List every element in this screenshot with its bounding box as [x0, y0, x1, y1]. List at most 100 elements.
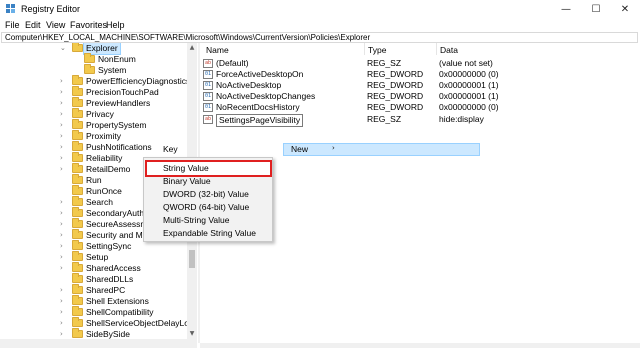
- string-value-icon: ab: [203, 115, 213, 124]
- column-divider[interactable]: [364, 43, 365, 55]
- folder-icon: [72, 218, 83, 228]
- chevron-right-icon[interactable]: ›: [60, 286, 63, 294]
- value-type: REG_DWORD: [367, 80, 424, 90]
- folder-icon: [84, 64, 95, 74]
- tree-item-label: RetailDemo: [86, 164, 131, 174]
- minimize-button[interactable]: —: [551, 0, 581, 19]
- folder-icon: [72, 229, 83, 239]
- address-path: Computer\HKEY_LOCAL_MACHINE\SOFTWARE\Mic…: [5, 33, 371, 42]
- value-name: NoActiveDesktop: [216, 80, 282, 90]
- chevron-right-icon[interactable]: ›: [60, 143, 63, 151]
- column-header-data[interactable]: Data: [440, 45, 458, 55]
- table-row[interactable]: 01 NoActiveDesktop REG_DWORD 0x00000001 …: [201, 80, 639, 91]
- folder-icon: [72, 86, 83, 96]
- tree-item-label: Run: [86, 175, 102, 185]
- dword-value-icon: 01: [203, 81, 213, 90]
- collapse-icon[interactable]: ⌄: [60, 44, 66, 52]
- table-row[interactable]: ab (Default) REG_SZ (value not set): [201, 58, 639, 69]
- chevron-right-icon[interactable]: ›: [60, 264, 63, 272]
- chevron-right-icon[interactable]: ›: [60, 110, 63, 118]
- menu-help[interactable]: Help: [106, 20, 125, 30]
- chevron-right-icon[interactable]: ›: [60, 220, 63, 228]
- value-type: REG_DWORD: [367, 91, 424, 101]
- folder-icon: [72, 196, 83, 206]
- menu-item-key[interactable]: Key: [163, 144, 178, 154]
- menu-item-expandable-string-value[interactable]: Expandable String Value: [163, 228, 256, 239]
- dword-value-icon: 01: [203, 92, 213, 101]
- menu-edit[interactable]: Edit: [25, 20, 41, 30]
- chevron-right-icon[interactable]: ›: [60, 77, 63, 85]
- string-value-icon: ab: [203, 59, 213, 68]
- tree-item-label: PowerEfficiencyDiagnostics: [86, 76, 191, 86]
- status-bar: [200, 343, 640, 348]
- chevron-right-icon: ›: [332, 144, 335, 152]
- chevron-right-icon[interactable]: ›: [60, 242, 63, 250]
- chevron-right-icon[interactable]: ›: [60, 330, 63, 338]
- close-button[interactable]: ✕: [610, 0, 640, 19]
- folder-icon: [72, 174, 83, 184]
- value-data: 0x00000001 (1): [439, 80, 499, 90]
- maximize-button[interactable]: ☐: [581, 0, 611, 19]
- table-row[interactable]: 01 NoRecentDocsHistory REG_DWORD 0x00000…: [201, 102, 639, 113]
- folder-icon: [72, 240, 83, 250]
- menu-item-new-label: New: [291, 144, 309, 154]
- table-row[interactable]: 01 ForceActiveDesktopOn REG_DWORD 0x0000…: [201, 69, 639, 80]
- address-bar[interactable]: Computer\HKEY_LOCAL_MACHINE\SOFTWARE\Mic…: [1, 32, 638, 43]
- folder-icon: [72, 108, 83, 118]
- menu-item-binary-value[interactable]: Binary Value: [163, 176, 211, 187]
- context-menu: Key New ›: [143, 143, 480, 157]
- tree-horizontal-scrollbar[interactable]: [0, 339, 197, 348]
- tree-item-label: SharedPC: [86, 285, 126, 295]
- folder-icon: [72, 306, 83, 316]
- column-header-name[interactable]: Name: [206, 45, 229, 55]
- chevron-right-icon[interactable]: ›: [60, 253, 63, 261]
- menu-bar: File Edit View Favorites Help: [0, 19, 640, 32]
- scroll-thumb[interactable]: [189, 250, 195, 268]
- menu-item-multi-string-value[interactable]: Multi-String Value: [163, 215, 229, 226]
- tree-item-label: SharedAccess: [86, 263, 141, 273]
- folder-icon: [84, 53, 95, 63]
- scroll-down-icon[interactable]: ▼: [187, 329, 197, 339]
- tree-item-label: PrecisionTouchPad: [86, 87, 159, 97]
- menu-file[interactable]: File: [5, 20, 20, 30]
- value-data: 0x00000000 (0): [439, 102, 499, 112]
- value-data: hide:display: [439, 114, 484, 124]
- chevron-right-icon[interactable]: ›: [60, 308, 63, 316]
- tree-item-label: SettingSync: [86, 241, 132, 251]
- chevron-right-icon[interactable]: ›: [60, 198, 63, 206]
- menu-item-new[interactable]: [283, 143, 480, 156]
- folder-icon: [72, 207, 83, 217]
- tree-item-label: Reliability: [86, 153, 123, 163]
- column-header-type[interactable]: Type: [368, 45, 386, 55]
- value-name-edit[interactable]: SettingsPageVisibility: [216, 114, 304, 127]
- chevron-right-icon[interactable]: ›: [60, 209, 63, 217]
- menu-item-qword-value[interactable]: QWORD (64-bit) Value: [163, 202, 249, 213]
- chevron-right-icon[interactable]: ›: [60, 121, 63, 129]
- tree-item-label: PropertySystem: [86, 120, 147, 130]
- tree-item-label: Setup: [86, 252, 109, 262]
- menu-view[interactable]: View: [46, 20, 65, 30]
- column-divider[interactable]: [436, 43, 437, 55]
- folder-open-icon: [72, 43, 83, 52]
- value-name: (Default): [216, 58, 249, 68]
- registry-editor-icon: [6, 4, 15, 13]
- chevron-right-icon[interactable]: ›: [60, 231, 63, 239]
- table-row[interactable]: 01 NoActiveDesktopChanges REG_DWORD 0x00…: [201, 91, 639, 102]
- table-row[interactable]: ab SettingsPageVisibility REG_SZ hide:di…: [201, 114, 639, 127]
- tree-item-label: Privacy: [86, 109, 114, 119]
- menu-item-string-value[interactable]: String Value: [163, 163, 209, 174]
- chevron-right-icon[interactable]: ›: [60, 319, 63, 327]
- chevron-right-icon[interactable]: ›: [60, 99, 63, 107]
- value-name: NoActiveDesktopChanges: [216, 91, 316, 101]
- folder-icon: [72, 152, 83, 162]
- chevron-right-icon[interactable]: ›: [60, 297, 63, 305]
- tree-item-label: Proximity: [86, 131, 121, 141]
- menu-favorites[interactable]: Favorites: [70, 20, 107, 30]
- chevron-right-icon[interactable]: ›: [60, 132, 63, 140]
- chevron-right-icon[interactable]: ›: [60, 154, 63, 162]
- chevron-right-icon[interactable]: ›: [60, 165, 63, 173]
- scroll-up-icon[interactable]: ▲: [187, 43, 197, 53]
- folder-icon: [72, 97, 83, 107]
- chevron-right-icon[interactable]: ›: [60, 88, 63, 96]
- menu-item-dword-value[interactable]: DWORD (32-bit) Value: [163, 189, 249, 200]
